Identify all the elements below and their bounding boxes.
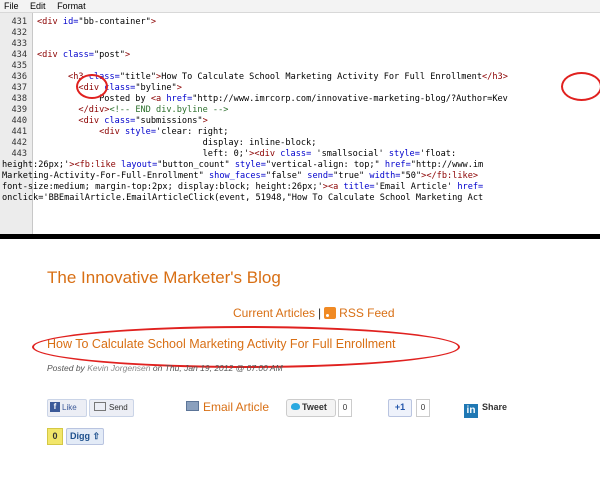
tweet-count: 0 xyxy=(338,399,352,417)
post-byline: Posted by Kevin Jorgensen on Thu, Jan 19… xyxy=(47,363,283,373)
code-line[interactable]: 435 xyxy=(0,61,600,72)
code-text: Posted by <a href="http://www.imrcorp.co… xyxy=(37,94,508,104)
menu-file[interactable]: File xyxy=(4,1,19,11)
code-line[interactable]: 439 </div><!-- END div.byline --> xyxy=(0,105,600,116)
facebook-like-label: Like xyxy=(62,403,77,412)
code-text: onclick='BBEmailArticle.EmailArticleClic… xyxy=(2,193,484,203)
code-text: <div class="post"> xyxy=(37,50,131,60)
menu-format[interactable]: Format xyxy=(57,1,86,11)
twitter-bird-icon xyxy=(291,403,300,410)
line-number: 443 xyxy=(11,149,27,159)
line-number: 440 xyxy=(11,116,27,126)
code-line[interactable]: onclick='BBEmailArticle.EmailArticleClic… xyxy=(0,193,600,204)
code-text: left: 0;'><div class= 'smallsocial' styl… xyxy=(37,149,457,159)
line-number: 431 xyxy=(11,17,27,27)
code-text: Marketing-Activity-For-Full-Enrollment" … xyxy=(2,171,479,181)
rss-icon[interactable] xyxy=(324,307,337,319)
thumb-up-arrow-icon: ⇧ xyxy=(92,431,101,441)
code-line[interactable]: 433 xyxy=(0,39,600,50)
email-article-label: Email Article xyxy=(203,400,270,414)
nav-separator: | xyxy=(318,306,322,320)
code-text: <h3 class="title">How To Calculate Schoo… xyxy=(68,72,508,82)
code-line[interactable]: 434 <div class="post"> xyxy=(0,50,600,61)
digg-count: 0 xyxy=(47,428,63,445)
code-text: </div><!-- END div.byline --> xyxy=(78,105,229,115)
code-line[interactable]: 443 left: 0;'><div class= 'smallsocial' … xyxy=(0,149,600,160)
digg-label: Digg xyxy=(69,431,90,441)
code-line[interactable]: 442 display: inline-block; xyxy=(0,138,600,149)
code-editor-window: File Edit Format 431 <div id="bb-containe… xyxy=(0,0,600,236)
byline-author-link[interactable]: Kevin Jorgensen xyxy=(87,363,150,373)
code-line[interactable]: 440 <div class="submissions"> xyxy=(0,116,600,127)
annotation-circle-post-title xyxy=(32,326,460,368)
tweet-button[interactable]: Tweet xyxy=(286,399,336,417)
code-line[interactable]: 431 <div id="bb-container"> xyxy=(0,17,600,28)
code-text: <div style='clear: right; xyxy=(99,127,229,137)
google-plus-count: 0 xyxy=(416,399,430,417)
blog-nav: Current Articles | RSS Feed xyxy=(233,306,395,320)
code-line[interactable]: font-size:medium; margin-top:2px; displa… xyxy=(0,182,600,193)
code-area[interactable]: 431 <div id="bb-container"> 432 433 434 <div … xyxy=(0,13,600,236)
code-line[interactable]: Marketing-Activity-For-Full-Enrollment" … xyxy=(0,171,600,182)
line-number: 435 xyxy=(11,61,27,71)
line-number: 434 xyxy=(11,50,27,60)
code-text: <div class="byline"> xyxy=(78,83,182,93)
code-line[interactable]: 441 <div style='clear: right; xyxy=(0,127,600,138)
code-line[interactable]: height:26px;'><fb:like layout="button_co… xyxy=(0,160,600,171)
line-number: 433 xyxy=(11,39,27,49)
screenshot-divider xyxy=(0,234,600,239)
email-article-link[interactable]: Email Article xyxy=(186,399,269,415)
menu-edit[interactable]: Edit xyxy=(30,1,46,11)
line-number: 438 xyxy=(11,94,27,104)
rss-feed-link[interactable]: RSS Feed xyxy=(339,306,394,320)
facebook-send-label: Send xyxy=(109,403,128,412)
annotation-circle-open-h3 xyxy=(76,74,108,99)
line-number: 436 xyxy=(11,72,27,82)
code-text: display: inline-block; xyxy=(37,138,317,148)
tweet-label: Tweet xyxy=(302,402,327,412)
facebook-send-button[interactable]: Send xyxy=(89,399,134,417)
code-text: font-size:medium; margin-top:2px; displa… xyxy=(2,182,484,192)
envelope-icon xyxy=(94,402,106,411)
google-plus-one-button[interactable]: +1 xyxy=(388,399,412,417)
facebook-like-button[interactable]: f Like xyxy=(47,399,87,417)
byline-date: on Thu, Jan 19, 2012 @ 07:00 AM xyxy=(152,363,283,373)
annotation-circle-close-h3 xyxy=(561,72,600,101)
code-text: <div class="submissions"> xyxy=(78,116,208,126)
line-number: 437 xyxy=(11,83,27,93)
linkedin-icon: in xyxy=(464,404,478,418)
line-number: 439 xyxy=(11,105,27,115)
menu-bar: File Edit Format xyxy=(0,0,600,13)
blog-site-title[interactable]: The Innovative Marketer's Blog xyxy=(47,268,281,288)
line-number: 441 xyxy=(11,127,27,137)
linkedin-share-button[interactable]: in Share xyxy=(464,399,508,418)
code-text: <div id="bb-container"> xyxy=(37,17,157,27)
byline-prefix: Posted by xyxy=(47,363,85,373)
code-text: height:26px;'><fb:like layout="button_co… xyxy=(2,160,484,170)
line-number: 442 xyxy=(11,138,27,148)
linkedin-share-label: Share xyxy=(482,402,508,412)
code-line[interactable]: 432 xyxy=(0,28,600,39)
mail-icon xyxy=(186,401,199,411)
line-number: 432 xyxy=(11,28,27,38)
digg-button[interactable]: Digg ⇧ xyxy=(66,428,104,445)
facebook-icon: f xyxy=(50,402,60,412)
current-articles-link[interactable]: Current Articles xyxy=(233,306,315,320)
